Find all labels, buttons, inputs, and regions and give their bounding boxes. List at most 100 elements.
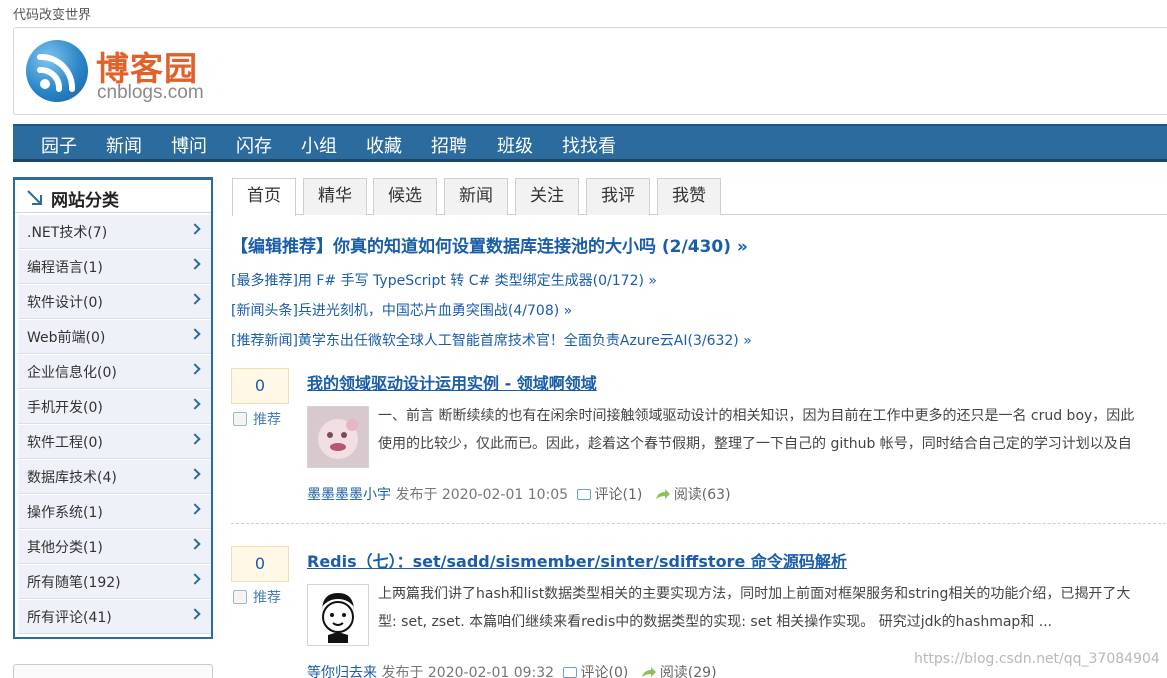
read-arrow-icon (641, 667, 656, 677)
nav-item-groups[interactable]: 小组 (301, 132, 337, 158)
post-date: 发布于 2020-02-01 09:32 (381, 665, 555, 678)
logo-domain: cnblogs.com (97, 82, 204, 103)
nav-item-news[interactable]: 新闻 (106, 132, 142, 158)
chevron-right-icon (189, 293, 201, 305)
nav-item-questions[interactable]: 博问 (171, 132, 207, 158)
watermark: https://blog.csdn.net/qq_37084904 (914, 651, 1160, 667)
post-title-link[interactable]: Redis（七）：set/sadd/sismember/sinter/sdiff… (307, 548, 847, 572)
headline-link[interactable]: [新闻头条]兵进光刻机，中国芯片血勇突围战(4/708) » (231, 300, 572, 320)
chevron-right-icon (189, 433, 201, 445)
recommend-label: 推荐 (253, 412, 281, 428)
chevron-right-icon (189, 538, 201, 550)
author-avatar[interactable] (307, 584, 369, 646)
nav-item-yuanzi[interactable]: 园子 (41, 132, 77, 158)
post-summary-line: 一、前言 断断续续的也有在闲余时间接触领域驱动设计的相关知识，因为目前在工作中更… (378, 408, 1135, 424)
tab-home[interactable]: 首页 (232, 178, 296, 216)
chevron-right-icon (189, 223, 201, 235)
chevron-right-icon (189, 503, 201, 515)
recommend-label: 推荐 (253, 590, 281, 606)
sidebar-item-dotnet[interactable]: .NET技术(7) (18, 215, 211, 249)
reads-link[interactable]: 阅读(29) (660, 665, 717, 678)
nav-item-jobs[interactable]: 招聘 (431, 132, 467, 158)
post-date: 发布于 2020-02-01 10:05 (395, 487, 569, 503)
nav-item-favorites[interactable]: 收藏 (366, 132, 402, 158)
sidebar-item-label: 操作系统(1) (27, 505, 103, 521)
main-nav: 园子 新闻 博问 闪存 小组 收藏 招聘 班级 找找看 (13, 124, 1167, 162)
post-summary-line: 使用的比较少，仅此而已。因此，趁着这个春节假期，整理了一下自己的 github … (378, 436, 1132, 452)
arrow-down-right-icon (27, 190, 42, 205)
sidebar-item-label: 软件设计(0) (27, 295, 103, 311)
post-summary-line: 型: set, zset. 本篇咱们继续来看redis中的数据类型的实现: se… (378, 614, 1053, 630)
sidebar-item-label: Web前端(0) (27, 330, 106, 346)
nav-item-flash[interactable]: 闪存 (236, 132, 272, 158)
nav-item-classes[interactable]: 班级 (497, 132, 533, 158)
headline-link[interactable]: [最多推荐]用 F# 手写 TypeScript 转 C# 类型绑定生成器(0/… (231, 270, 657, 290)
sidebar-item-label: 软件工程(0) (27, 435, 103, 451)
sidebar-item-enterprise[interactable]: 企业信息化(0) (18, 355, 211, 389)
nav-item-search[interactable]: 找找看 (562, 132, 616, 158)
author-avatar[interactable] (307, 406, 369, 468)
sidebar-item-other[interactable]: 其他分类(1) (18, 530, 211, 564)
comment-icon (576, 489, 591, 500)
tab-my-likes[interactable]: 我赞 (657, 178, 721, 215)
tab-news[interactable]: 新闻 (444, 178, 508, 215)
rss-logo-icon (26, 40, 88, 102)
sidebar-next-panel (13, 664, 213, 678)
chevron-right-icon (189, 608, 201, 620)
read-arrow-icon (655, 489, 670, 499)
author-link[interactable]: 等你归去来 (307, 665, 377, 678)
tab-my-comments[interactable]: 我评 (586, 178, 650, 215)
chevron-right-icon (189, 573, 201, 585)
chevron-right-icon (189, 468, 201, 480)
sidebar-item-label: 企业信息化(0) (27, 365, 117, 381)
recommend-button[interactable]: 推荐 (233, 408, 289, 432)
sidebar-item-label: 其他分类(1) (27, 540, 103, 556)
headline-link[interactable]: [推荐新闻]黄学东出任微软全球人工智能首席技术官！全面负责Azure云AI(3/… (231, 330, 752, 350)
comments-link[interactable]: 评论(1) (595, 487, 643, 503)
digg-count[interactable]: 0 (231, 546, 289, 582)
sidebar-item-software-design[interactable]: 软件设计(0) (18, 285, 211, 319)
sidebar-item-label: 数据库技术(4) (27, 470, 117, 486)
comment-icon (562, 667, 577, 678)
sidebar-title: 网站分类 (51, 191, 119, 211)
digg-count[interactable]: 0 (231, 368, 289, 404)
sidebar-item-label: 所有随笔(192) (27, 575, 121, 591)
post-title-link[interactable]: 我的领域驱动设计运用实例 - 领域啊领域 (307, 370, 597, 394)
comments-link[interactable]: 评论(0) (581, 665, 629, 678)
author-link[interactable]: 墨墨墨墨小宇 (307, 487, 391, 503)
sidebar-item-label: .NET技术(7) (27, 225, 108, 241)
sidebar-item-programming[interactable]: 编程语言(1) (18, 250, 211, 284)
thumbs-up-icon (233, 590, 247, 604)
sidebar-item-label: 编程语言(1) (27, 260, 103, 276)
sidebar-item-os[interactable]: 操作系统(1) (18, 495, 211, 529)
site-tagline: 代码改变世界 (13, 8, 92, 23)
sidebar-item-label: 手机开发(0) (27, 400, 103, 416)
tab-following[interactable]: 关注 (515, 178, 579, 215)
sidebar-item-database[interactable]: 数据库技术(4) (18, 460, 211, 494)
sidebar-item-software-engineering[interactable]: 软件工程(0) (18, 425, 211, 459)
chevron-right-icon (189, 398, 201, 410)
post-footer: 等你归去来 发布于 2020-02-01 09:32 评论(0) 阅读(29) (307, 662, 717, 678)
sidebar-item-mobile[interactable]: 手机开发(0) (18, 390, 211, 424)
site-logo[interactable]: 博客园 cnblogs.com (26, 40, 216, 104)
recommend-button[interactable]: 推荐 (233, 586, 289, 610)
post-divider (231, 523, 1167, 524)
chevron-right-icon (189, 258, 201, 270)
post-summary-line: 上两篇我们讲了hash和list数据类型相关的主要实现方法，同时加上前面对框架服… (378, 586, 1131, 602)
tab-featured[interactable]: 精华 (303, 178, 367, 215)
chevron-right-icon (189, 363, 201, 375)
site-header: 博客园 cnblogs.com (13, 27, 1167, 115)
post-summary: 一、前言 断断续续的也有在闲余时间接触领域驱动设计的相关知识，因为目前在工作中更… (378, 402, 1167, 462)
sidebar-header: 网站分类 (15, 180, 211, 213)
sidebar-item-all-comments[interactable]: 所有评论(41) (18, 600, 211, 634)
sidebar-item-web-frontend[interactable]: Web前端(0) (18, 320, 211, 354)
editor-pick-link[interactable]: 【编辑推荐】你真的知道如何设置数据库连接池的大小吗 (2/430) » (231, 232, 748, 257)
sidebar-item-label: 所有评论(41) (27, 610, 112, 626)
category-sidebar: 网站分类 .NET技术(7) 编程语言(1) 软件设计(0) Web前端(0) … (13, 177, 213, 639)
post-footer: 墨墨墨墨小宇 发布于 2020-02-01 10:05 评论(1) 阅读(63) (307, 484, 731, 504)
reads-link[interactable]: 阅读(63) (674, 487, 731, 503)
post-item: 0 推荐 我的领域驱动设计运用实例 - 领域啊领域 一、前言 断断续续的也有在闲… (231, 368, 1167, 518)
post-summary: 上两篇我们讲了hash和list数据类型相关的主要实现方法，同时加上前面对框架服… (378, 580, 1167, 640)
sidebar-item-all-posts[interactable]: 所有随笔(192) (18, 565, 211, 599)
tab-candidates[interactable]: 候选 (373, 178, 437, 215)
